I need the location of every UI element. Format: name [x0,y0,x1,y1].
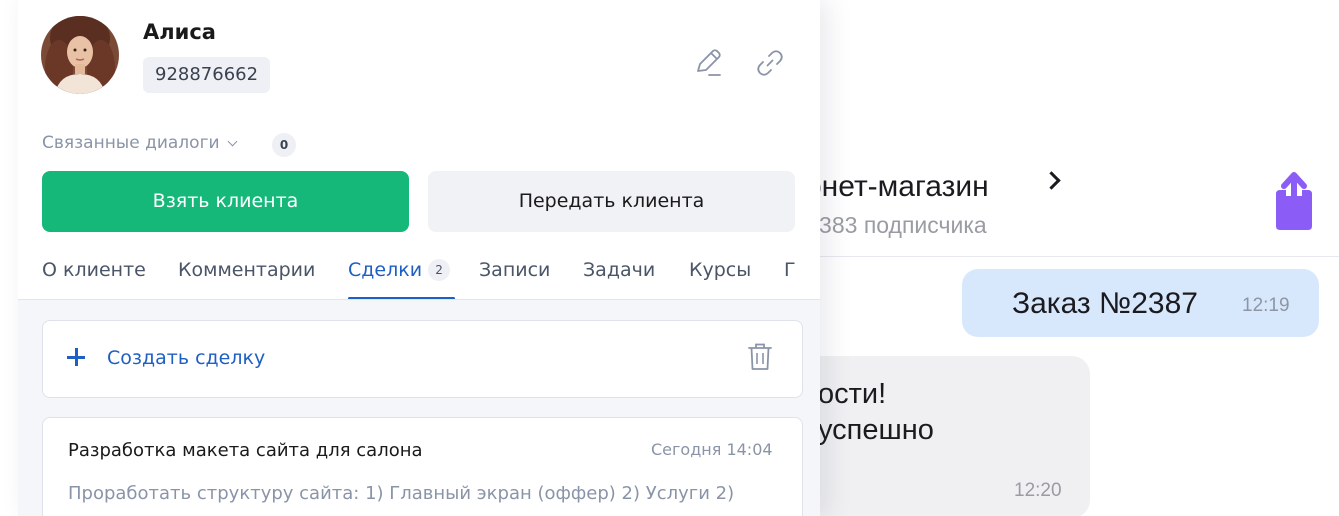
transfer-client-button[interactable]: Передать клиента [428,171,795,232]
client-id-badge: 928876662 [143,57,271,93]
link-icon[interactable] [755,48,785,78]
client-panel: Алиса 928876662 Связанные диалоги 0 Взят… [18,0,820,516]
client-name: Алиса [143,20,216,44]
deal-title: Разработка макета сайта для салона [68,440,423,461]
tab-about-client[interactable]: О клиенте [42,259,146,281]
tab-label: Курсы [689,259,752,281]
create-deal-card[interactable]: Создать сделку [42,320,803,398]
deal-card[interactable]: Разработка макета сайта для салона Сегод… [42,417,803,516]
message-text-line1: ости! [818,378,887,410]
tab-tasks[interactable]: Задачи [583,259,655,281]
tab-records[interactable]: Записи [479,259,550,281]
deal-time: Сегодня 14:04 [651,440,773,459]
take-client-button[interactable]: Взять клиента [42,171,409,232]
message-time: 12:19 [1242,295,1290,316]
chevron-down-icon [227,136,238,146]
tab-label: Записи [479,259,551,281]
plus-icon [67,348,85,366]
tab-label: Комментарии [178,259,316,281]
tab-label: Сделки [348,259,423,281]
chat-divider [800,256,1339,257]
trash-icon[interactable] [747,342,773,372]
avatar [41,16,119,94]
message-text-line2: успешно [818,414,934,446]
tab-comments[interactable]: Комментарии [178,259,315,281]
message-time: 12:20 [1014,480,1062,501]
tab-deals[interactable]: Сделки 2 [348,259,451,281]
chat-subscribers: ) 383 подписчика [805,212,987,238]
incoming-message[interactable]: ости! успешно 12:20 [780,356,1090,516]
tab-bar: О клиенте Комментарии Сделки 2 Записи Зад… [18,244,820,300]
tab-label: Г [784,259,796,281]
create-deal-label: Создать сделку [107,347,266,369]
outgoing-message[interactable]: Заказ №2387 12:19 [962,269,1319,337]
active-tab-indicator [348,297,455,299]
related-dialogs-toggle[interactable]: Связанные диалоги [42,133,238,153]
related-dialogs-label: Связанные диалоги [42,133,220,153]
chat-title: рнет-магазин [805,170,989,203]
tab-more[interactable]: Г [784,259,796,281]
chat-header[interactable]: рнет-магазин [805,170,1061,204]
message-text: Заказ №2387 [1012,287,1198,320]
related-dialogs-count: 0 [272,133,296,157]
pencil-icon[interactable] [693,48,723,78]
tab-deals-count: 2 [428,259,451,281]
tab-courses[interactable]: Курсы [689,259,751,281]
share-icon[interactable] [1272,172,1316,230]
tab-label: О клиенте [42,259,146,281]
tab-label: Задачи [583,259,656,281]
deal-description: Проработать структуру сайта: 1) Главный … [68,483,735,504]
chevron-right-icon [1042,171,1061,190]
